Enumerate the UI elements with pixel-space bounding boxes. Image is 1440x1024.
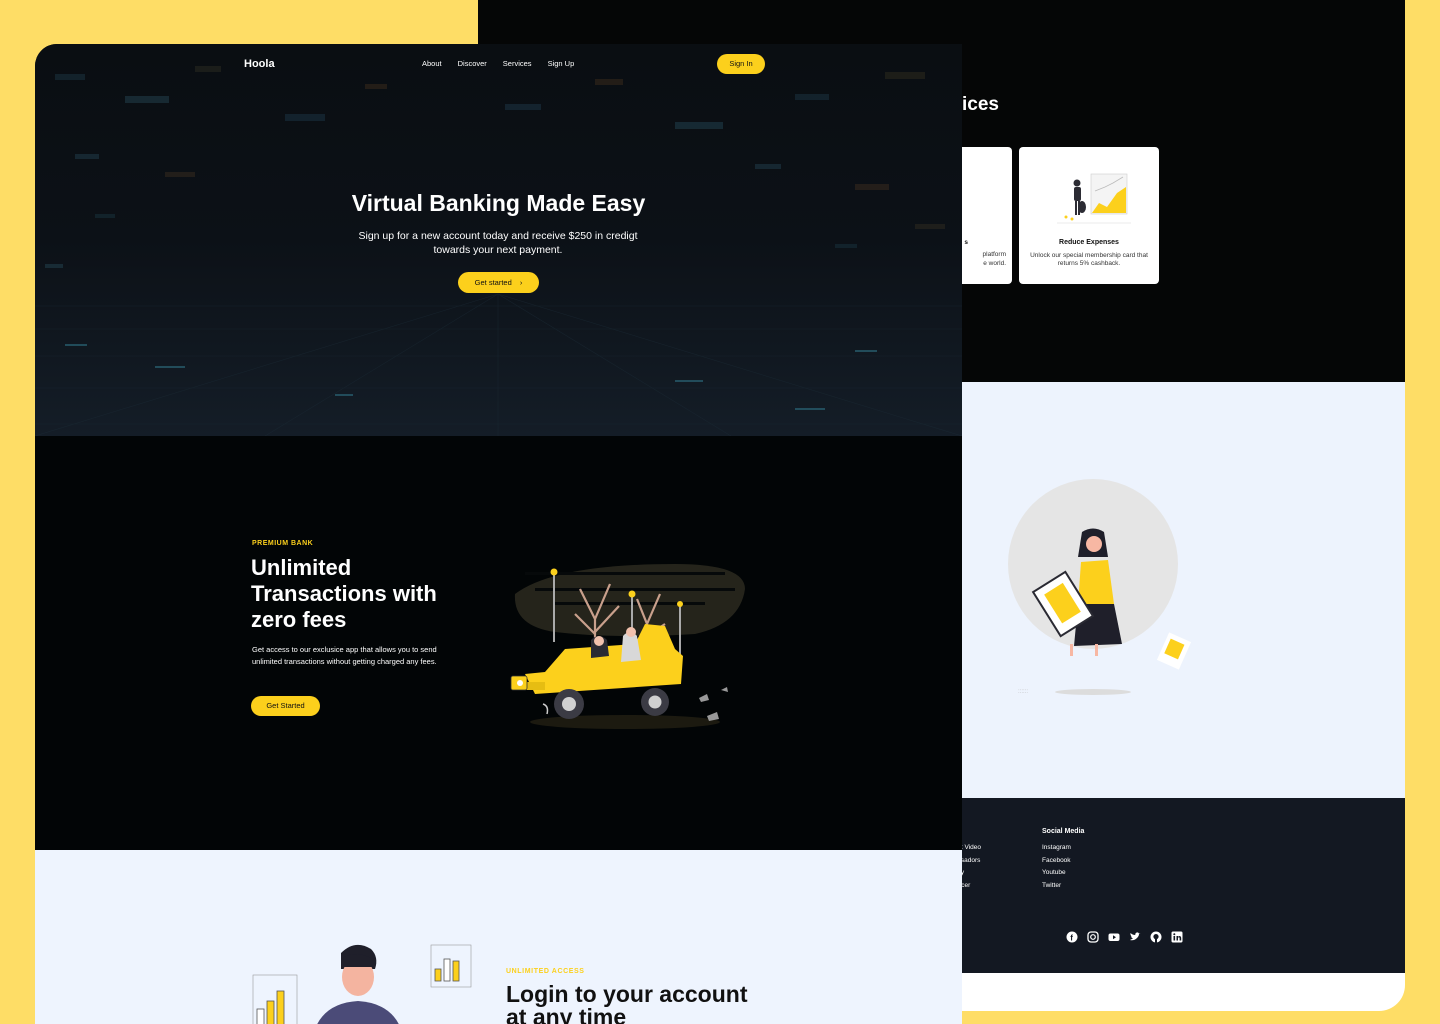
access-title: Login to your account at any time bbox=[506, 981, 748, 1024]
logo[interactable]: Hoola bbox=[244, 58, 275, 70]
service-card-reduce-expenses: Reduce Expenses Unlock our special membe… bbox=[1019, 147, 1159, 284]
service-card-title: s bbox=[964, 239, 968, 246]
footer-heading: Social Media bbox=[1042, 828, 1085, 835]
nav-link-about[interactable]: About bbox=[422, 59, 442, 68]
footer-link-twitter[interactable]: Twitter bbox=[1042, 882, 1084, 889]
nav-link-services[interactable]: Services bbox=[503, 59, 532, 68]
jeep-illustration bbox=[510, 564, 745, 729]
hero-section: Hoola About Discover Services Sign Up Si… bbox=[35, 44, 962, 436]
youtube-icon[interactable] bbox=[1108, 931, 1120, 943]
twitter-icon[interactable] bbox=[1129, 931, 1141, 943]
service-card-text: Unlock our special membership card that … bbox=[1030, 252, 1148, 267]
nav-link-signup[interactable]: Sign Up bbox=[548, 59, 575, 68]
social-icons: f bbox=[1066, 931, 1183, 943]
access-section bbox=[35, 850, 962, 1024]
hero-title: Virtual Banking Made Easy bbox=[351, 190, 646, 216]
linkedin-icon[interactable] bbox=[1171, 931, 1183, 943]
front-page-screenshot: Hoola About Discover Services Sign Up Si… bbox=[35, 44, 962, 1024]
facebook-icon[interactable]: f bbox=[1066, 931, 1078, 943]
premium-title: Unlimited Transactions with zero fees bbox=[251, 555, 437, 632]
unlimited-access-label: UNLIMITED ACCESS bbox=[506, 968, 585, 975]
get-started-label: Get started bbox=[474, 278, 512, 287]
svg-text:f: f bbox=[1070, 934, 1073, 943]
service-card-text-line: platform bbox=[982, 251, 1006, 258]
service-card-text-line: e world. bbox=[983, 259, 1006, 267]
hero-subtitle: Sign up for a new account today and rece… bbox=[358, 230, 638, 256]
svg-text:::::::: :::::: bbox=[1018, 689, 1028, 695]
footer-link-youtube[interactable]: Youtube bbox=[1042, 869, 1084, 876]
premium-label: PREMIUM BANK bbox=[252, 540, 314, 547]
man-with-charts-illustration bbox=[252, 944, 472, 1024]
get-started-button[interactable]: Get started › bbox=[458, 272, 539, 293]
footer-col-social: Social Media Instagram Facebook Youtube … bbox=[1042, 828, 1084, 894]
premium-get-started-button[interactable]: Get Started bbox=[251, 696, 320, 716]
service-card-text: platform e world. bbox=[983, 251, 1006, 268]
instagram-icon[interactable] bbox=[1087, 931, 1099, 943]
footer-link-instagram[interactable]: Instagram bbox=[1042, 844, 1084, 851]
services-title: ices bbox=[962, 94, 999, 115]
chevron-right-icon: › bbox=[519, 278, 523, 287]
service-card-title: Reduce Expenses bbox=[1059, 239, 1119, 246]
premium-text: Get access to our exclusice app that all… bbox=[252, 645, 437, 666]
nav-links: About Discover Services Sign Up bbox=[422, 59, 574, 68]
footer-link-facebook[interactable]: Facebook bbox=[1042, 857, 1084, 864]
finance-illustration bbox=[1057, 173, 1131, 224]
github-icon[interactable] bbox=[1150, 931, 1162, 943]
sign-in-button[interactable]: Sign In bbox=[717, 54, 765, 74]
nav-link-discover[interactable]: Discover bbox=[458, 59, 487, 68]
